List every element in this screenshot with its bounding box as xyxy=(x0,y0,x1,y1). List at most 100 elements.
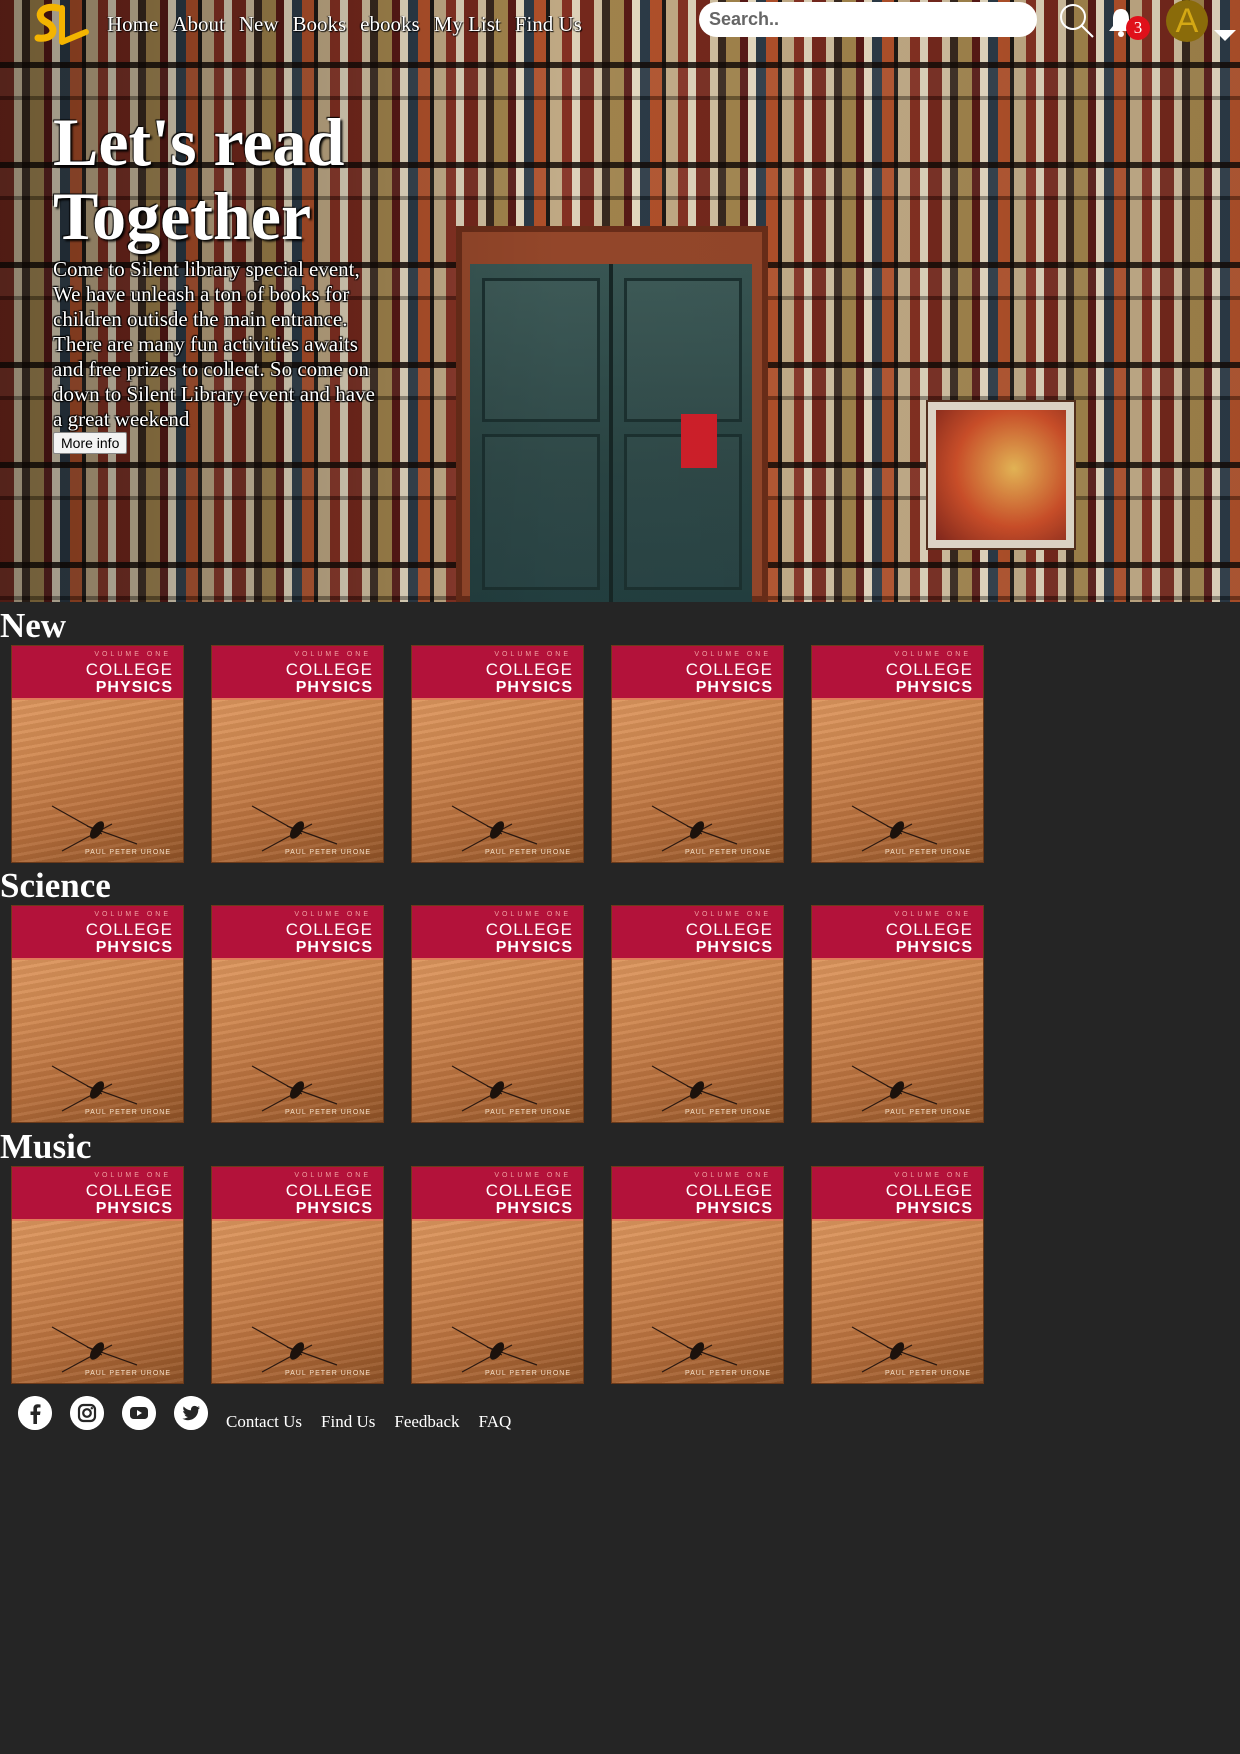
nav-find-us[interactable]: Find Us xyxy=(515,12,582,37)
rower-silhouette xyxy=(851,805,938,852)
footer-link-contact-us[interactable]: Contact Us xyxy=(226,1412,302,1432)
book-cover[interactable]: VOLUME ONE COLLEGE PHYSICS PAUL PETER URONE xyxy=(412,1167,583,1383)
book-cover[interactable]: VOLUME ONE COLLEGE PHYSICS PAUL PETER URONE xyxy=(12,646,183,862)
cover-title-line2: PHYSICS xyxy=(695,1200,773,1217)
top-navigation: Home About New Books ebooks My List Find… xyxy=(0,0,1240,60)
cover-author: PAUL PETER URONE xyxy=(484,849,571,856)
hero-title: Let's read Together xyxy=(53,104,345,254)
book-cover[interactable]: VOLUME ONE COLLEGE PHYSICS PAUL PETER URONE xyxy=(12,906,183,1122)
nav-ebooks[interactable]: ebooks xyxy=(360,12,420,37)
book-cover[interactable]: VOLUME ONE COLLEGE PHYSICS PAUL PETER URONE xyxy=(612,906,783,1122)
cover-volume: VOLUME ONE xyxy=(894,911,971,918)
chevron-down-icon[interactable] xyxy=(1214,30,1236,41)
book-cover[interactable]: VOLUME ONE COLLEGE PHYSICS PAUL PETER URONE xyxy=(812,906,983,1122)
footer-link-find-us[interactable]: Find Us xyxy=(321,1412,375,1432)
cover-author: PAUL PETER URONE xyxy=(684,1109,771,1116)
footer-links: Contact Us Find Us Feedback FAQ xyxy=(226,1412,511,1432)
section-title-science: Science xyxy=(0,866,111,905)
section-title-music: Music xyxy=(0,1127,92,1166)
book-row-music: VOLUME ONE COLLEGE PHYSICS PAUL PETER URONE… xyxy=(12,1167,983,1383)
cover-volume: VOLUME ONE xyxy=(894,1172,971,1179)
hero-banner: Let's read Together Come to Silent libra… xyxy=(0,0,1240,602)
cover-title-line2: PHYSICS xyxy=(295,939,373,956)
cover-title-line2: PHYSICS xyxy=(95,1200,173,1217)
book-cover[interactable]: VOLUME ONE COLLEGE PHYSICS PAUL PETER URONE xyxy=(612,1167,783,1383)
cover-volume: VOLUME ONE xyxy=(494,1172,571,1179)
rower-silhouette xyxy=(451,1065,538,1112)
book-cover[interactable]: VOLUME ONE COLLEGE PHYSICS PAUL PETER URONE xyxy=(212,1167,383,1383)
cover-title-line2: PHYSICS xyxy=(495,679,573,696)
cover-author: PAUL PETER URONE xyxy=(884,849,971,856)
cover-volume: VOLUME ONE xyxy=(294,651,371,658)
book-cover[interactable]: VOLUME ONE COLLEGE PHYSICS PAUL PETER URONE xyxy=(12,1167,183,1383)
cover-title-line1: COLLEGE xyxy=(885,920,973,939)
cover-volume: VOLUME ONE xyxy=(694,651,771,658)
book-cover[interactable]: VOLUME ONE COLLEGE PHYSICS PAUL PETER URONE xyxy=(812,646,983,862)
footer: Contact Us Find Us Feedback FAQ xyxy=(0,1394,1240,1444)
cover-title-line2: PHYSICS xyxy=(895,679,973,696)
book-cover[interactable]: VOLUME ONE COLLEGE PHYSICS PAUL PETER URONE xyxy=(212,646,383,862)
instagram-icon[interactable] xyxy=(70,1396,104,1430)
section-title-new: New xyxy=(0,606,67,645)
rower-silhouette xyxy=(851,1326,938,1373)
cover-author: PAUL PETER URONE xyxy=(84,1109,171,1116)
cover-author: PAUL PETER URONE xyxy=(284,1109,371,1116)
cover-title-line1: COLLEGE xyxy=(485,660,573,679)
cover-title-line2: PHYSICS xyxy=(95,679,173,696)
cover-title-line1: COLLEGE xyxy=(885,1181,973,1200)
nav-home[interactable]: Home xyxy=(107,12,158,37)
rower-silhouette xyxy=(451,805,538,852)
book-cover[interactable]: VOLUME ONE COLLEGE PHYSICS PAUL PETER URONE xyxy=(612,646,783,862)
cover-title-line1: COLLEGE xyxy=(85,1181,173,1200)
rower-silhouette xyxy=(51,805,138,852)
cover-title-line2: PHYSICS xyxy=(95,939,173,956)
nav-my-list[interactable]: My List xyxy=(434,12,501,37)
site-logo[interactable] xyxy=(28,2,90,54)
cover-title-line2: PHYSICS xyxy=(495,1200,573,1217)
rower-silhouette xyxy=(251,1065,338,1112)
cover-title-line2: PHYSICS xyxy=(295,1200,373,1217)
book-cover[interactable]: VOLUME ONE COLLEGE PHYSICS PAUL PETER URONE xyxy=(412,906,583,1122)
rower-silhouette xyxy=(651,1065,738,1112)
book-cover[interactable]: VOLUME ONE COLLEGE PHYSICS PAUL PETER URONE xyxy=(412,646,583,862)
rower-silhouette xyxy=(651,1326,738,1373)
search-icon[interactable] xyxy=(1058,2,1096,40)
rower-silhouette xyxy=(651,805,738,852)
cover-volume: VOLUME ONE xyxy=(894,651,971,658)
rower-silhouette xyxy=(251,1326,338,1373)
cover-title-line2: PHYSICS xyxy=(495,939,573,956)
nav-about[interactable]: About xyxy=(172,12,225,37)
cover-author: PAUL PETER URONE xyxy=(884,1109,971,1116)
cover-title-line2: PHYSICS xyxy=(895,1200,973,1217)
cover-title-line2: PHYSICS xyxy=(695,679,773,696)
book-cover[interactable]: VOLUME ONE COLLEGE PHYSICS PAUL PETER URONE xyxy=(812,1167,983,1383)
nav-new[interactable]: New xyxy=(239,12,279,37)
cover-volume: VOLUME ONE xyxy=(694,911,771,918)
rower-silhouette xyxy=(51,1326,138,1373)
facebook-icon[interactable] xyxy=(18,1396,52,1430)
rower-silhouette xyxy=(451,1326,538,1373)
cover-title-line1: COLLEGE xyxy=(485,920,573,939)
rower-silhouette xyxy=(251,805,338,852)
cover-title-line1: COLLEGE xyxy=(85,920,173,939)
footer-link-faq[interactable]: FAQ xyxy=(479,1412,512,1432)
cover-title-line1: COLLEGE xyxy=(285,1181,373,1200)
cover-title-line1: COLLEGE xyxy=(885,660,973,679)
nav-books[interactable]: Books xyxy=(292,12,346,37)
cover-author: PAUL PETER URONE xyxy=(284,849,371,856)
hero-description: Come to Silent library special event, We… xyxy=(53,257,375,431)
cover-title-line1: COLLEGE xyxy=(285,920,373,939)
cover-title-line2: PHYSICS xyxy=(895,939,973,956)
cover-author: PAUL PETER URONE xyxy=(84,849,171,856)
cover-title-line2: PHYSICS xyxy=(695,939,773,956)
youtube-icon[interactable] xyxy=(122,1396,156,1430)
cover-author: PAUL PETER URONE xyxy=(84,1370,171,1377)
user-avatar[interactable]: A xyxy=(1166,0,1208,42)
twitter-icon[interactable] xyxy=(174,1396,208,1430)
book-cover[interactable]: VOLUME ONE COLLEGE PHYSICS PAUL PETER URONE xyxy=(212,906,383,1122)
search-input[interactable] xyxy=(699,2,1037,37)
cover-author: PAUL PETER URONE xyxy=(884,1370,971,1377)
book-row-new: VOLUME ONE COLLEGE PHYSICS PAUL PETER URONE… xyxy=(12,646,983,862)
more-info-button[interactable]: More info xyxy=(53,432,128,454)
footer-link-feedback[interactable]: Feedback xyxy=(394,1412,459,1432)
